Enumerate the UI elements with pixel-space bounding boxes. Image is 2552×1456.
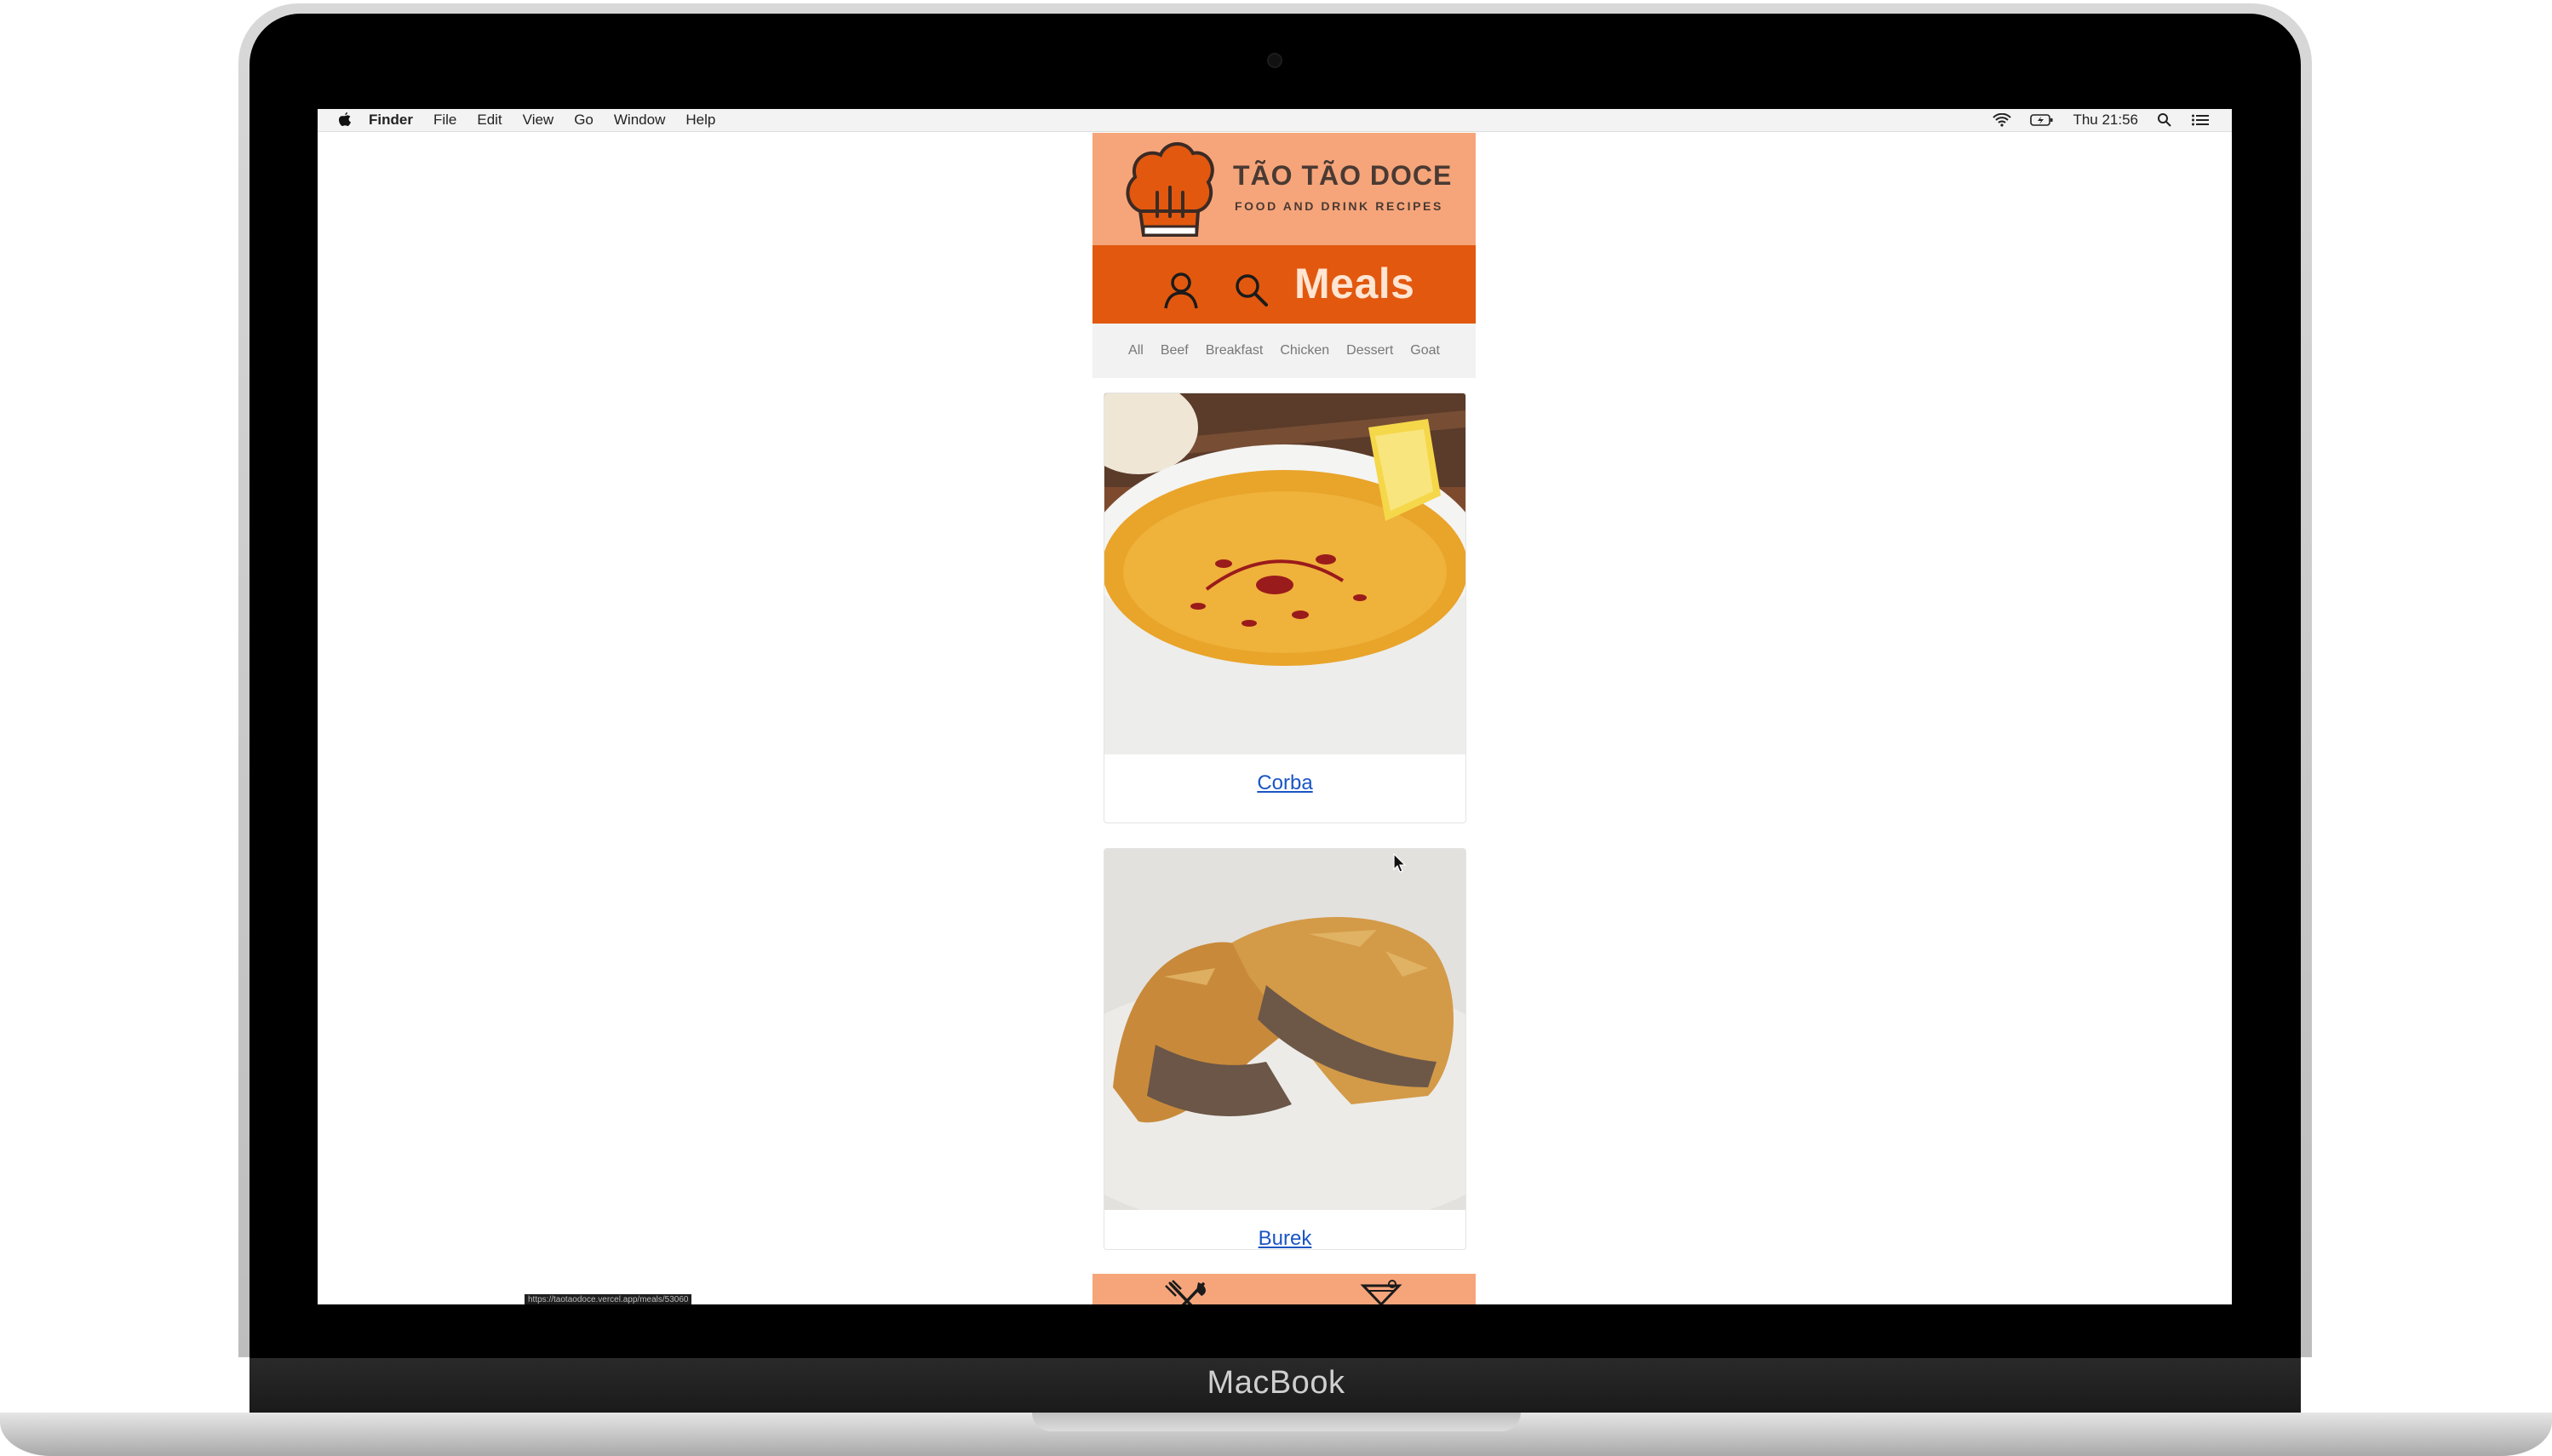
category-goat[interactable]: Goat: [1410, 343, 1440, 358]
menu-bar: Finder File Edit View Go Window Help Thu…: [318, 109, 2232, 132]
notification-center-icon[interactable]: [2191, 113, 2210, 127]
meal-image-burek[interactable]: [1104, 849, 1465, 1210]
battery-icon[interactable]: [2030, 113, 2054, 127]
screen: Finder File Edit View Go Window Help Thu…: [318, 109, 2232, 1304]
menu-file[interactable]: File: [433, 112, 456, 129]
meal-link-burek[interactable]: Burek: [1104, 1227, 1465, 1249]
bottom-nav: [1092, 1274, 1476, 1304]
menu-extras: Thu 21:56: [1993, 109, 2210, 131]
mouse-cursor-icon: [1393, 853, 1407, 873]
category-dessert[interactable]: Dessert: [1346, 343, 1393, 358]
menu-edit[interactable]: Edit: [477, 112, 502, 129]
menu-view[interactable]: View: [523, 112, 554, 129]
top-nav: Meals: [1092, 245, 1476, 324]
status-bar-url: https://taotaodoce.vercel.app/meals/5306…: [525, 1294, 692, 1304]
recipe-app: TÃO TÃO DOCE FOOD AND DRINK RECIPES Meal…: [1092, 133, 1476, 1304]
category-chicken[interactable]: Chicken: [1280, 343, 1329, 358]
menu-help[interactable]: Help: [685, 112, 715, 129]
laptop-notch: [1032, 1413, 1521, 1431]
meal-card[interactable]: Corba: [1104, 393, 1466, 823]
menu-window[interactable]: Window: [614, 112, 665, 129]
menu-go[interactable]: Go: [574, 112, 594, 129]
brand-title: TÃO TÃO DOCE: [1233, 160, 1453, 191]
meal-card[interactable]: Burek: [1104, 848, 1466, 1250]
chef-hat-logo-icon[interactable]: [1121, 138, 1217, 242]
device-brand-label: MacBook: [1207, 1365, 1345, 1401]
spotlight-icon[interactable]: [2157, 112, 2172, 128]
page-title: Meals: [1294, 260, 1415, 307]
apple-icon[interactable]: [338, 112, 352, 128]
cocktail-icon[interactable]: [1358, 1279, 1404, 1304]
meal-link-corba[interactable]: Corba: [1104, 771, 1465, 795]
fork-knife-icon[interactable]: [1164, 1279, 1210, 1304]
wifi-icon[interactable]: [1993, 113, 2012, 127]
menu-clock[interactable]: Thu 21:56: [2073, 112, 2138, 129]
category-filter-bar: All Beef Breakfast Chicken Dessert Goat: [1092, 324, 1476, 378]
category-all[interactable]: All: [1128, 343, 1144, 358]
search-icon[interactable]: [1232, 271, 1270, 308]
brand-subtitle: FOOD AND DRINK RECIPES: [1235, 199, 1443, 213]
category-breakfast[interactable]: Breakfast: [1206, 343, 1264, 358]
menu-finder[interactable]: Finder: [369, 112, 413, 129]
category-beef[interactable]: Beef: [1161, 343, 1189, 358]
meal-image-corba[interactable]: [1104, 393, 1465, 754]
logo-header: TÃO TÃO DOCE FOOD AND DRINK RECIPES: [1092, 133, 1476, 245]
camera: [1267, 53, 1282, 68]
user-icon[interactable]: [1161, 269, 1201, 310]
